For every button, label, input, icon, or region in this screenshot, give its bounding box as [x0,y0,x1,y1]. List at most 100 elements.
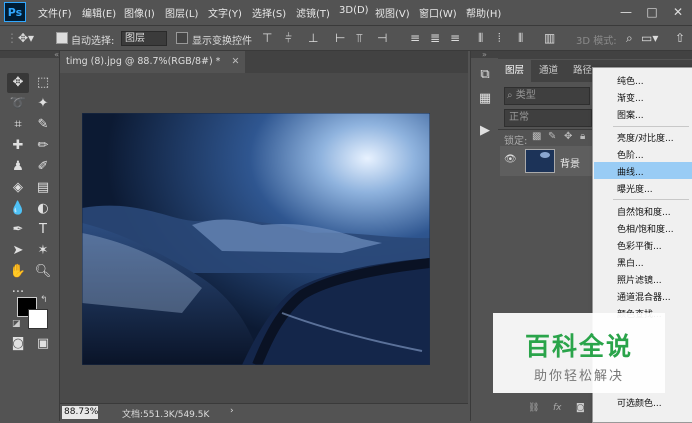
menu-item-pattern[interactable]: 图案... [617,108,644,121]
magic-wand-tool-icon[interactable]: ✦ [32,94,54,114]
actions-play-icon[interactable]: ▶ [474,121,496,141]
close-icon[interactable]: ✕ [666,3,690,21]
menu-view[interactable]: 视图(V) [375,5,410,20]
lock-all-icon[interactable]: 🔒︎ [580,131,585,142]
menu-item-black-white[interactable]: 黑白... [617,256,644,269]
eyedropper-tool-icon[interactable]: ✎ [32,115,54,135]
swap-colors-icon[interactable]: ↰ [40,295,48,305]
menu-item-levels[interactable]: 色阶... [617,148,644,161]
blur-tool-icon[interactable]: 💧 [7,199,29,219]
align-left-icon[interactable]: ⊢ [335,30,345,46]
history-brush-tool-icon[interactable]: ✐ [32,157,54,177]
align-right-icon[interactable]: ⊣ [377,30,387,46]
close-tab-icon[interactable]: ✕ [231,56,239,67]
menu-layer[interactable]: 图层(L) [165,5,198,20]
gradient-tool-icon[interactable]: ▤ [32,178,54,198]
menu-type[interactable]: 文字(Y) [208,5,242,20]
maximize-icon[interactable]: □ [640,3,664,21]
filter-kind-dropdown[interactable]: ⌕ 类型 [504,87,590,105]
properties-panel-icon[interactable]: ▦ [474,89,496,109]
zoom-tool-icon[interactable]: 🔍︎ [32,262,54,282]
align-top-icon[interactable]: ⊤ [262,30,272,46]
menu-file[interactable]: 文件(F) [38,5,72,20]
move-tool-icon[interactable]: ✥ [7,73,29,93]
workspace-icon[interactable]: ▭▾ [641,30,658,46]
distribute-vcenter-icon[interactable]: ≣ [430,30,440,46]
menu-select[interactable]: 选择(S) [252,5,286,20]
distribute-left-icon[interactable]: ⦀ [478,30,483,46]
background-color-swatch[interactable] [28,309,48,329]
canvas-area[interactable] [60,73,468,403]
menu-filter[interactable]: 滤镜(T) [296,5,330,20]
lock-move-icon[interactable]: ✥ [564,131,572,142]
collapse-dock-icon[interactable]: » [471,51,498,59]
3d-mode-label: 3D 模式: [576,36,617,47]
zoom-field[interactable]: 88.73% [62,406,98,419]
layer-name[interactable]: 背景 [560,155,580,170]
distribute-top-icon[interactable]: ≡ [410,30,420,46]
menu-item-exposure[interactable]: 曝光度... [617,182,653,195]
menu-help[interactable]: 帮助(H) [466,5,501,20]
screen-mode-icon[interactable]: ▣ [32,334,54,354]
brush-tool-icon[interactable]: ✏ [32,136,54,156]
align-hcenter-icon[interactable]: ⫪ [356,30,363,46]
link-layers-icon[interactable]: ⛓ [528,403,539,413]
menu-item-photo-filter[interactable]: 照片滤镜... [617,273,662,286]
menu-3d[interactable]: 3D(D) [339,5,369,16]
lasso-tool-icon[interactable]: ➰ [7,94,29,114]
menu-item-selective-color[interactable]: 可选颜色... [617,396,662,409]
quick-mask-icon[interactable]: ◙ [7,334,29,354]
distribute-hcenter-icon[interactable]: ⦙ [498,30,501,46]
menu-item-hue-saturation[interactable]: 色相/饱和度... [617,222,674,235]
align-bottom-icon[interactable]: ⊥ [308,30,318,46]
blend-mode-dropdown[interactable]: 正常 [504,109,592,127]
lock-brush-icon[interactable]: ✎ [548,131,556,142]
menu-item-solid-color[interactable]: 纯色... [617,74,644,87]
minimize-icon[interactable]: — [614,3,638,21]
lock-transparent-icon[interactable]: ▩ [532,131,541,142]
tab-channels[interactable]: 通道 [532,60,565,82]
search-icon[interactable]: ⌕ [626,30,633,46]
menu-image[interactable]: 图像(I) [124,5,155,20]
history-panel-icon[interactable]: ⧉ [474,65,496,85]
distribute-bottom-icon[interactable]: ≡ [450,30,460,46]
document-tab[interactable]: timg (8).jpg @ 88.7%(RGB/8#) * ✕ [60,51,246,73]
menu-item-channel-mixer[interactable]: 通道混合器... [617,290,671,303]
marquee-tool-icon[interactable]: ⬚ [32,73,54,93]
pen-tool-icon[interactable]: ✒ [7,220,29,240]
auto-select-checkbox[interactable] [56,32,68,44]
path-selection-tool-icon[interactable]: ➤ [7,241,29,261]
custom-shape-tool-icon[interactable]: ✶ [32,241,54,261]
eraser-tool-icon[interactable]: ◈ [7,178,29,198]
menu-item-gradient[interactable]: 渐变... [617,91,644,104]
menu-item-curves[interactable]: 曲线... [617,165,644,178]
watermark-title: 百科全说 [524,332,633,361]
menu-edit[interactable]: 编辑(E) [82,5,116,20]
dodge-tool-icon[interactable]: ◐ [32,199,54,219]
crop-tool-icon[interactable]: ⌗ [7,115,29,135]
status-menu-arrow-icon[interactable]: › [230,406,234,416]
default-colors-icon[interactable]: ◪ [12,319,21,329]
menu-separator [613,199,689,200]
clone-stamp-tool-icon[interactable]: ♟ [7,157,29,177]
grip-icon: ⋮ [6,31,18,45]
collapse-tools-icon[interactable]: « [0,51,59,59]
auto-select-dropdown[interactable]: 图层 [121,31,167,46]
menu-item-brightness-contrast[interactable]: 亮度/对比度... [617,131,674,144]
fx-icon[interactable]: fx [553,403,562,413]
menu-window[interactable]: 窗口(W) [419,5,457,20]
auto-align-icon[interactable]: ▥ [544,30,555,46]
share-icon[interactable]: ⇧ [675,30,685,46]
hand-tool-icon[interactable]: ✋ [7,262,29,282]
move-tool-preset-icon[interactable]: ✥▾ [18,30,34,46]
tab-layers[interactable]: 图层 [498,60,532,82]
menu-item-color-balance[interactable]: 色彩平衡... [617,239,662,252]
align-vcenter-icon[interactable]: ⫩ [285,30,292,46]
show-transform-checkbox[interactable] [176,32,188,44]
menu-item-vibrance[interactable]: 自然饱和度... [617,205,671,218]
healing-brush-tool-icon[interactable]: ✚ [7,136,29,156]
distribute-right-icon[interactable]: ⦀ [518,30,523,46]
add-mask-icon[interactable]: ◙ [576,403,585,413]
type-tool-icon[interactable]: T [32,220,54,240]
visibility-eye-icon[interactable]: 👁︎ [504,154,517,165]
